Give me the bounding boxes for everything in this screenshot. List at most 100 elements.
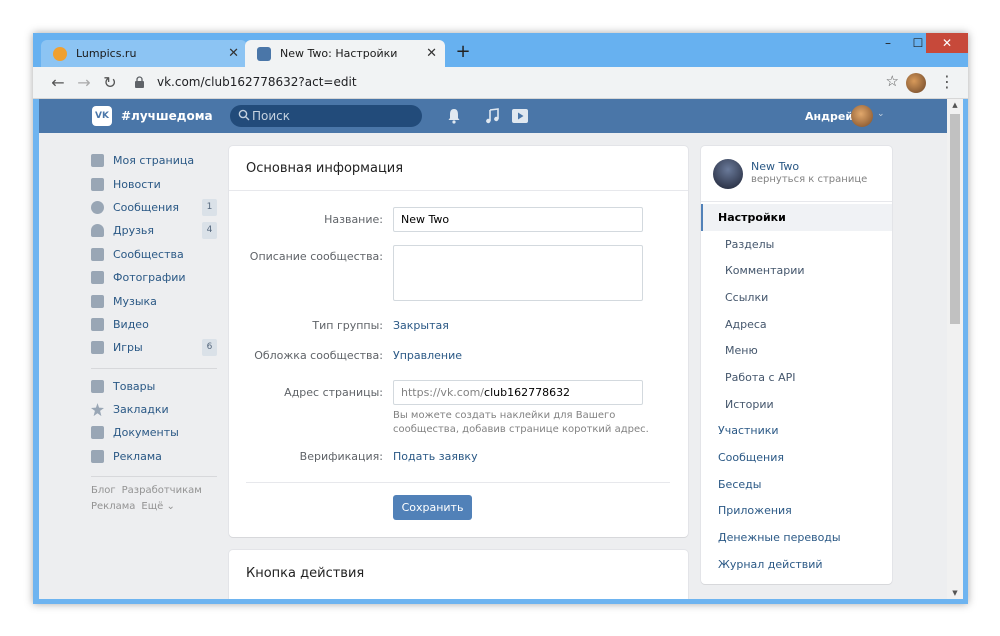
nav-item-video[interactable]: Видео bbox=[91, 313, 217, 336]
menu-item-messages[interactable]: Сообщения bbox=[701, 444, 892, 471]
nav-label: Фотографии bbox=[113, 271, 186, 285]
save-button[interactable]: Сохранить bbox=[393, 495, 472, 520]
group-avatar[interactable] bbox=[713, 159, 743, 189]
site-name[interactable]: #лучшедома bbox=[121, 109, 213, 123]
nav-label: Сообщения bbox=[113, 200, 180, 214]
name-input[interactable]: New Two bbox=[393, 207, 643, 232]
nav-item-news[interactable]: Новости bbox=[91, 172, 217, 195]
nav-label: Друзья bbox=[113, 224, 155, 238]
communities-icon bbox=[91, 247, 104, 261]
main-info-card: Основная информация Название: New Two Оп… bbox=[229, 146, 688, 537]
scrollbar-thumb[interactable] bbox=[950, 114, 960, 324]
browser-menu-icon[interactable]: ⋮ bbox=[939, 72, 955, 91]
url-text: vk.com/club162778632?act=edit bbox=[157, 75, 357, 89]
menu-item-sections[interactable]: Разделы bbox=[701, 231, 892, 258]
nav-item-my-page[interactable]: Моя страница bbox=[91, 149, 217, 172]
close-tab-icon[interactable]: ✕ bbox=[228, 46, 239, 61]
footer-link-ads[interactable]: Реклама bbox=[91, 501, 135, 512]
search-input[interactable] bbox=[252, 108, 412, 124]
page-viewport: VK #лучшедома Поиск Андрей ⌄ Моя страниц… bbox=[39, 99, 947, 599]
close-tab-icon[interactable]: ✕ bbox=[426, 46, 437, 61]
menu-item-addresses[interactable]: Адреса bbox=[701, 311, 892, 338]
menu-item-money-transfers[interactable]: Денежные переводы bbox=[701, 524, 892, 551]
star-icon bbox=[91, 403, 104, 417]
address-label: Адрес страницы: bbox=[284, 386, 383, 399]
footer-link-more[interactable]: Ещё ⌄ bbox=[141, 501, 174, 512]
new-tab-button[interactable]: + bbox=[453, 43, 473, 61]
nav-item-messages[interactable]: Сообщения 1 bbox=[91, 196, 217, 219]
address-bar[interactable]: vk.com/club162778632?act=edit ☆ bbox=[125, 71, 899, 95]
verification-link[interactable]: Подать заявку bbox=[393, 450, 478, 463]
vk-header: VK #лучшедома Поиск Андрей ⌄ bbox=[39, 99, 947, 133]
menu-item-members[interactable]: Участники bbox=[701, 418, 892, 445]
close-window-button[interactable]: ✕ bbox=[926, 33, 968, 53]
bookmark-star-icon[interactable]: ☆ bbox=[886, 72, 899, 90]
profile-avatar-icon[interactable] bbox=[906, 73, 926, 93]
menu-item-settings[interactable]: Настройки bbox=[701, 204, 892, 231]
verification-label: Верификация: bbox=[299, 450, 383, 463]
footer-link-blog[interactable]: Блог bbox=[91, 485, 116, 496]
group-name-link[interactable]: New Two bbox=[751, 160, 799, 173]
settings-menu: Настройки Разделы Комментарии Ссылки Адр… bbox=[701, 204, 892, 578]
nav-item-games[interactable]: Игры 6 bbox=[91, 336, 217, 359]
nav-item-friends[interactable]: Друзья 4 bbox=[91, 219, 217, 242]
address-hint: Вы можете создать наклейки для Вашего со… bbox=[393, 410, 649, 435]
browser-toolbar: ← → ↻ vk.com/club162778632?act=edit ☆ ⋮ bbox=[33, 67, 968, 99]
footer-link-developers[interactable]: Разработчикам bbox=[122, 485, 202, 496]
nav-item-documents[interactable]: Документы bbox=[91, 421, 217, 444]
name-label: Название: bbox=[324, 213, 383, 226]
card-title: Кнопка действия bbox=[246, 566, 365, 581]
scroll-down-icon[interactable]: ▼ bbox=[947, 589, 963, 597]
nav-item-communities[interactable]: Сообщества bbox=[91, 243, 217, 266]
menu-item-action-log[interactable]: Журнал действий bbox=[701, 551, 892, 578]
forward-arrow-icon[interactable]: → bbox=[73, 72, 95, 94]
description-textarea[interactable] bbox=[393, 245, 643, 301]
video-play-icon[interactable] bbox=[511, 108, 529, 124]
user-name[interactable]: Андрей bbox=[805, 110, 853, 123]
nav-badge: 6 bbox=[202, 339, 217, 357]
menu-item-api[interactable]: Работа с API bbox=[701, 364, 892, 391]
reload-icon[interactable]: ↻ bbox=[99, 72, 121, 94]
tab-vk-settings[interactable]: New Two: Настройки ✕ bbox=[245, 40, 445, 67]
minimize-button[interactable]: – bbox=[873, 33, 903, 53]
menu-item-stories[interactable]: Истории bbox=[701, 391, 892, 418]
music-note-icon[interactable] bbox=[485, 108, 499, 124]
bell-icon[interactable] bbox=[447, 108, 461, 124]
nav-item-ads[interactable]: Реклама bbox=[91, 445, 217, 468]
nav-label: Игры bbox=[113, 341, 143, 355]
back-arrow-icon[interactable]: ← bbox=[47, 72, 69, 94]
menu-item-links[interactable]: Ссылки bbox=[701, 284, 892, 311]
nav-item-bookmarks[interactable]: Закладки bbox=[91, 398, 217, 421]
cover-label: Обложка сообщества: bbox=[254, 349, 383, 362]
footer-links: Блог Разработчикам Реклама Ещё ⌄ bbox=[91, 483, 217, 515]
back-to-page-link[interactable]: вернуться к странице bbox=[751, 174, 867, 185]
menu-item-chats[interactable]: Беседы bbox=[701, 471, 892, 498]
form-divider bbox=[246, 482, 670, 483]
group-type-link[interactable]: Закрытая bbox=[393, 319, 449, 332]
menu-item-menu[interactable]: Меню bbox=[701, 337, 892, 364]
menu-item-apps[interactable]: Приложения bbox=[701, 498, 892, 525]
tab-lumpics[interactable]: Lumpics.ru ✕ bbox=[41, 40, 247, 67]
friends-icon bbox=[91, 224, 104, 238]
chevron-down-icon[interactable]: ⌄ bbox=[877, 109, 885, 119]
nav-item-goods[interactable]: Товары bbox=[91, 375, 217, 398]
browser-window: Lumpics.ru ✕ New Two: Настройки ✕ + – ☐ … bbox=[33, 33, 968, 604]
nav-item-photos[interactable]: Фотографии bbox=[91, 266, 217, 289]
nav-label: Товары bbox=[113, 379, 156, 393]
menu-item-comments[interactable]: Комментарии bbox=[701, 257, 892, 284]
scroll-up-icon[interactable]: ▲ bbox=[947, 101, 963, 109]
user-avatar[interactable] bbox=[851, 105, 873, 127]
nav-label: Музыка bbox=[113, 294, 157, 308]
shopping-bag-icon bbox=[91, 379, 104, 393]
address-input[interactable]: https://vk.com/club162778632 bbox=[393, 380, 643, 405]
search-icon bbox=[238, 109, 250, 121]
cover-manage-link[interactable]: Управление bbox=[393, 349, 462, 362]
vertical-scrollbar[interactable]: ▲ ▼ bbox=[947, 99, 963, 599]
vk-logo-icon[interactable]: VK bbox=[92, 106, 112, 126]
vk-favicon-icon bbox=[257, 46, 271, 61]
nav-item-music[interactable]: Музыка bbox=[91, 289, 217, 312]
nav-badge: 4 bbox=[202, 222, 217, 240]
games-icon bbox=[91, 341, 104, 355]
search-box[interactable] bbox=[230, 105, 422, 127]
nav-label: Реклама bbox=[113, 449, 162, 463]
